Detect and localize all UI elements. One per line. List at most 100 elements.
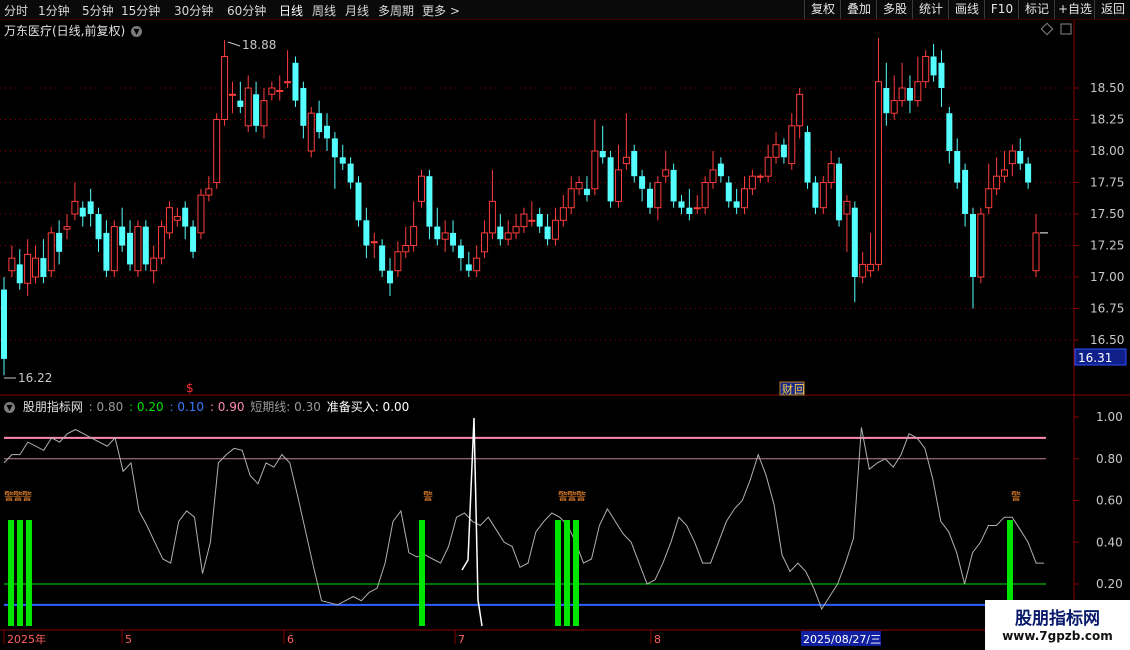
collapse-icon[interactable]: ▼ [4,402,15,413]
indicator-v1: : 0.80 [88,400,124,414]
candle-body [622,156,630,165]
candle-body [323,125,330,139]
candle-body [922,56,930,83]
candle-body [244,87,252,127]
candle-body [678,201,685,208]
oscillator-line [3,427,1044,611]
indicator-axis-label: 0.80 [1096,452,1123,466]
date-axis-label: 2025年 [7,632,46,646]
candle-body [733,201,740,208]
price-axis-label: 18.50 [1090,81,1124,95]
candle-body [32,257,40,278]
candle-body [284,81,292,84]
candle-body [488,200,496,234]
candle-body [1032,232,1040,272]
candle-body [796,93,804,127]
candle-body [551,219,559,240]
candle-body [709,169,717,183]
indicator-axis-label: 1.00 [1096,410,1123,424]
warning-label: 警 [423,490,433,503]
candle-body [890,100,898,114]
candle-body [1,289,7,359]
candle-body [119,226,126,246]
candle-body [331,138,338,158]
candle-body [748,175,756,190]
candle-body [670,169,677,202]
candle-body [575,182,583,190]
candle-body [788,125,796,165]
candle-body [103,232,110,271]
signal-bar [573,520,579,626]
candle-body [24,253,32,284]
candle-body [87,201,94,214]
window-icon[interactable] [1060,23,1072,35]
candle-body [63,226,71,230]
signal-bar [419,520,425,626]
dividend-marker: $ [186,381,194,395]
candle-body [426,176,433,227]
signal-bar [8,520,14,626]
candle-body [962,169,969,214]
candle-body [631,151,638,177]
candle-body [756,175,764,178]
candle-body [95,214,102,240]
candle-body [1008,150,1016,165]
candle-body [819,182,827,209]
candle-body [914,81,922,102]
candle-body [205,188,213,196]
candle-body [387,270,394,284]
indicator-name[interactable]: 股朋指标网 [23,400,83,414]
candle-body [906,88,913,101]
candle-body [142,226,149,265]
price-axis-label: 18.00 [1090,144,1124,158]
indicator-short-line: 短期线: 0.30 [250,400,321,414]
candle-body [213,119,221,183]
signal-bar [1007,520,1013,600]
date-axis-label: 6 [287,633,294,646]
candle-body [268,87,276,95]
candle-body [639,176,646,189]
candle-body [434,226,441,240]
signal-bar [26,520,32,626]
candle-body [379,245,386,271]
candle-body [173,216,181,221]
candle-body [764,156,772,177]
candle-body [614,169,622,202]
price-axis-label: 17.50 [1090,207,1124,221]
candle-body [16,264,23,284]
candle-body [71,200,79,215]
candle-body [599,151,606,158]
high-label: 18.88 [242,38,276,52]
candle-body [47,232,55,272]
candle-body [946,113,953,151]
candle-body [237,100,244,107]
candle-body [355,182,362,221]
candle-body [150,257,158,272]
candle-body [190,226,197,252]
date-axis-label: 5 [125,633,132,646]
candle-body [954,151,961,183]
candle-body [40,258,47,277]
watermark-url: www.7gpzb.com [1002,629,1113,643]
candle-body [985,188,993,209]
warning-label: 警 [22,490,32,503]
candle-body [772,144,780,158]
candle-body [528,219,536,222]
candle-body [883,88,890,114]
indicator-buy-ready: 准备买入: 0.00 [326,400,410,414]
candle-body [512,226,520,234]
candle-body [110,226,118,272]
price-axis-label: 18.25 [1090,113,1124,127]
candle-body [583,188,590,196]
diamond-icon[interactable] [1040,22,1054,36]
candle-body [339,157,346,164]
candle-body [253,94,260,126]
candle-body [1017,151,1024,164]
chart-canvas: 18.50 18.25 18.00 17.75 17.50 17.25 17.00 16.75… [0,20,1130,650]
candle-body [504,232,512,240]
candle-body [898,87,906,102]
candle-body [717,163,724,177]
price-axis-label: 17.25 [1090,239,1124,253]
candle-body [134,226,142,272]
candle-body [977,213,985,278]
